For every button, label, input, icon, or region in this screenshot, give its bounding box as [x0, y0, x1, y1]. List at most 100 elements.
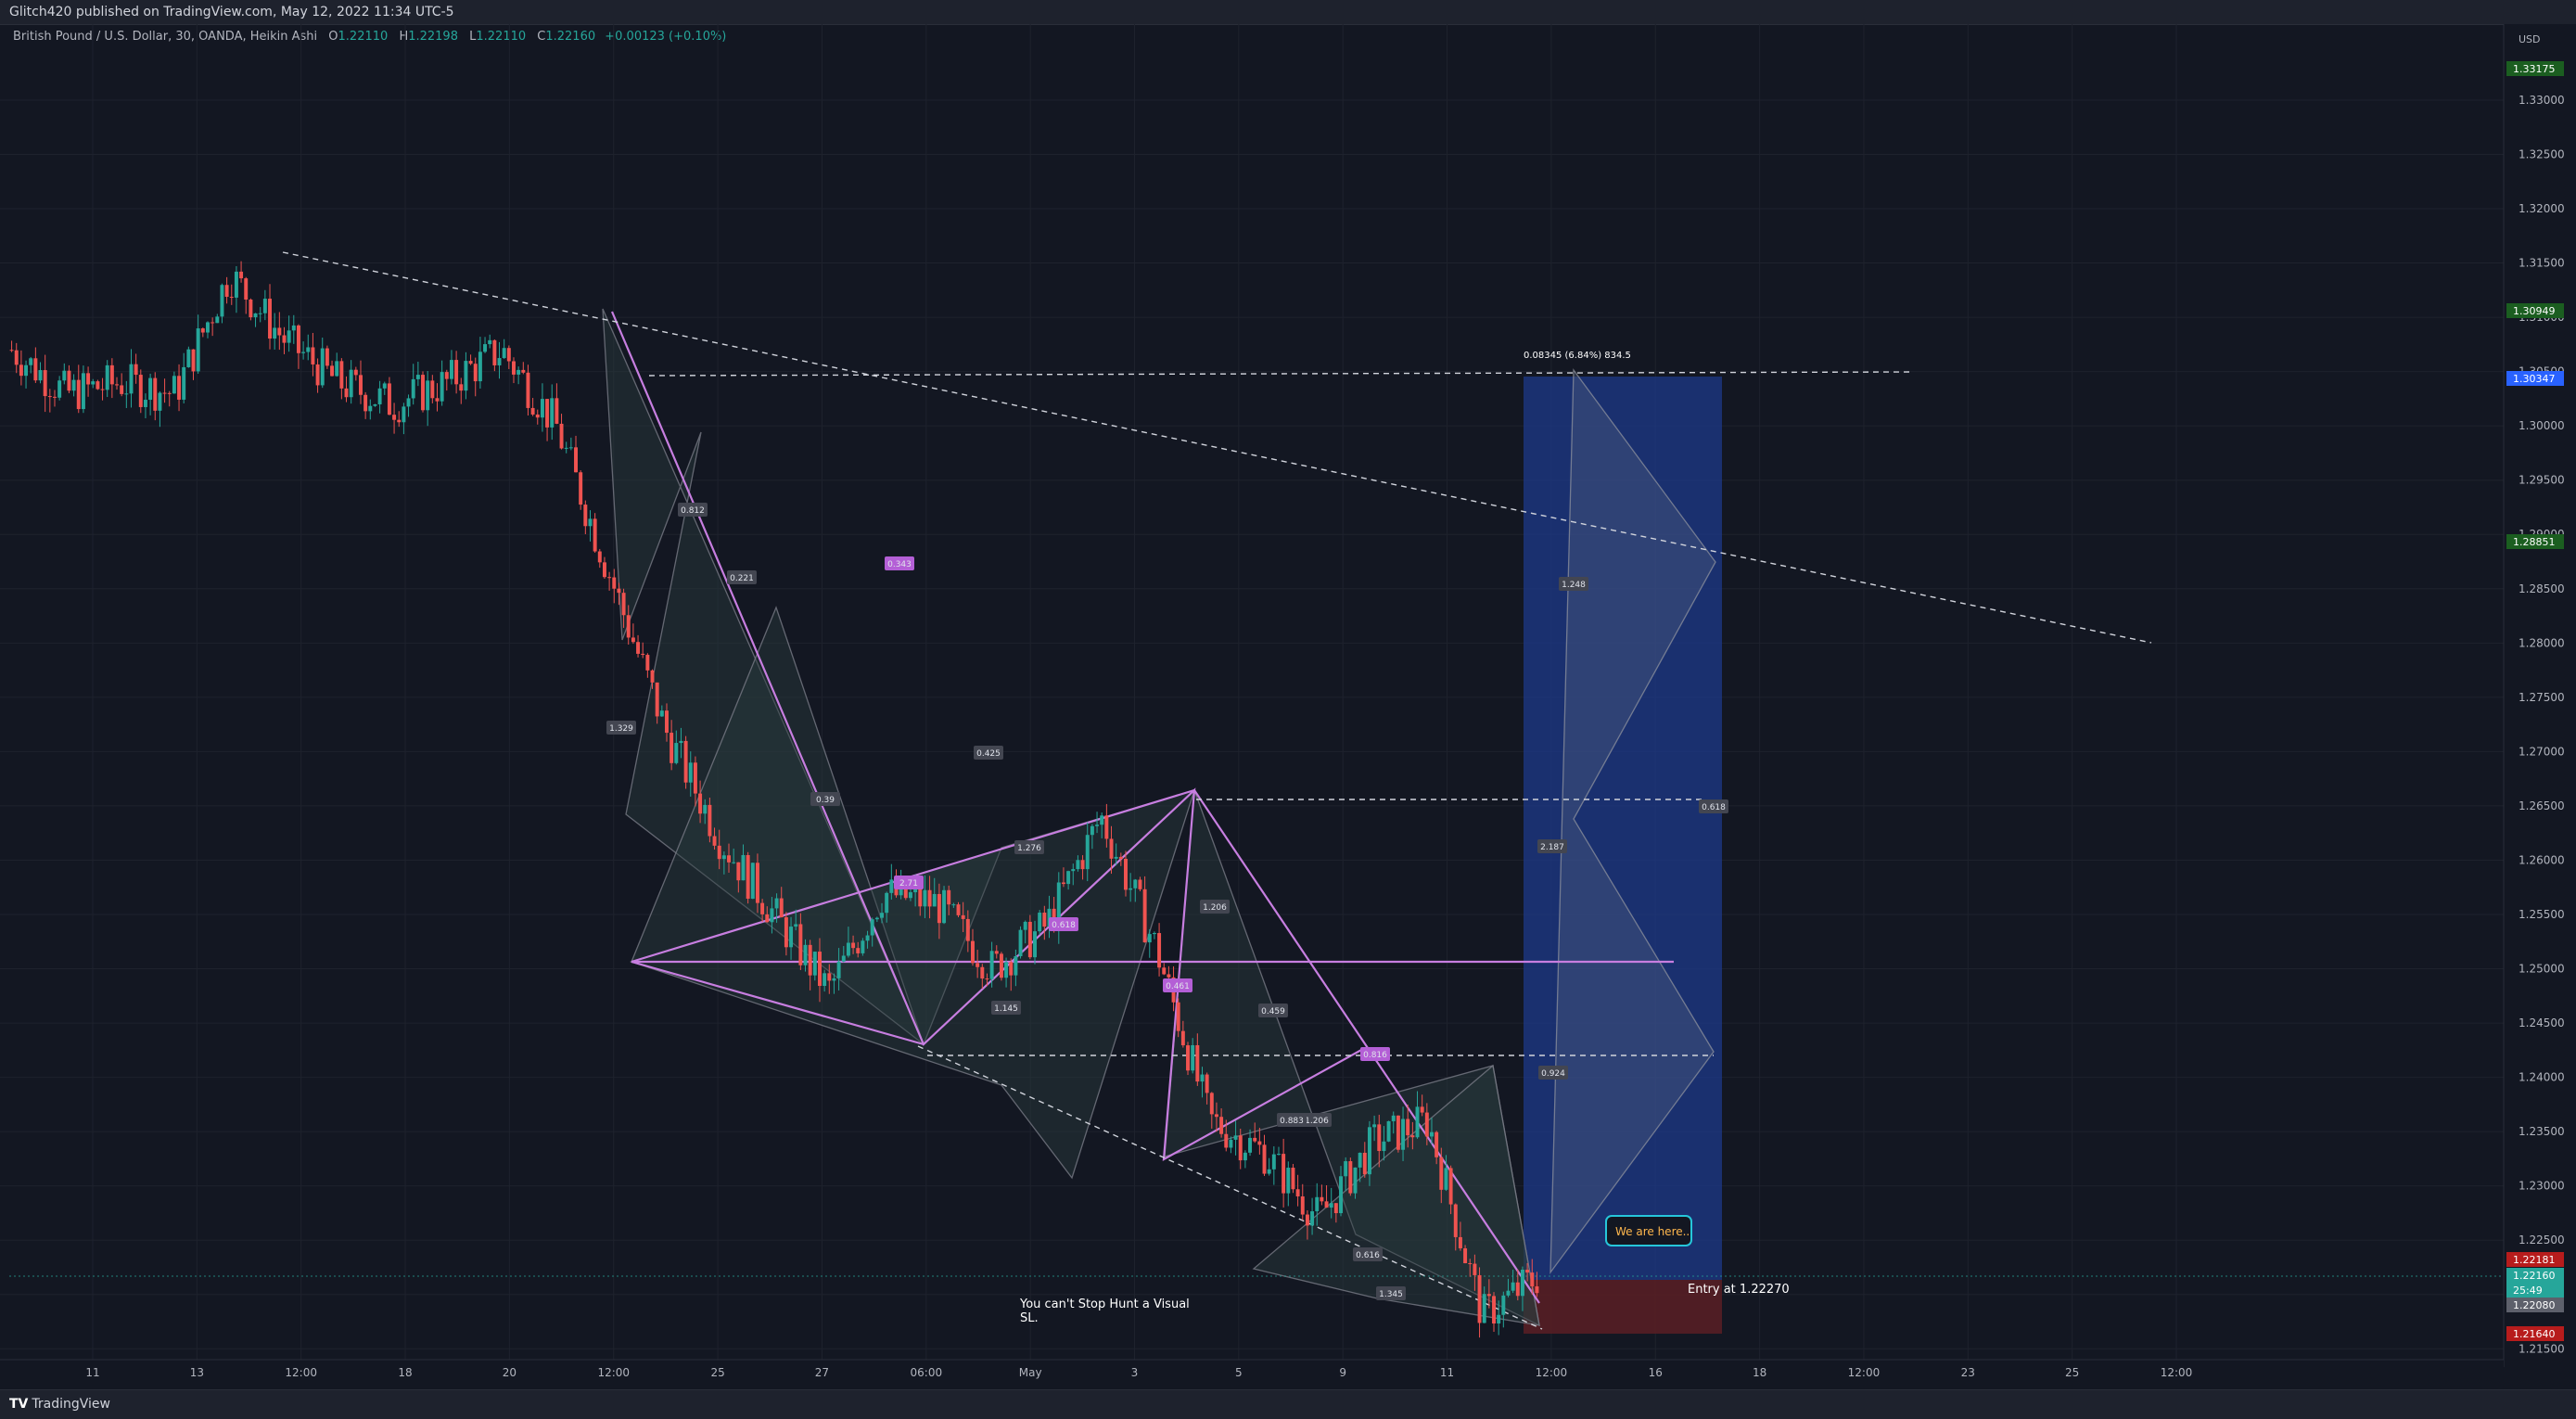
- candle-body: [818, 952, 822, 987]
- pattern-label: 1.345: [1379, 1290, 1403, 1299]
- candle-body: [760, 902, 765, 914]
- candle-body: [1435, 1131, 1439, 1157]
- candle-body: [1382, 1141, 1386, 1152]
- price-tick-label: 1.27000: [2519, 745, 2565, 758]
- price-tag-label: 1.21640: [2513, 1328, 2556, 1340]
- candle-body: [631, 637, 635, 643]
- candle-body: [363, 394, 368, 412]
- candle-body: [942, 889, 947, 924]
- candle-body: [273, 327, 277, 339]
- candle-body: [583, 505, 588, 527]
- candle-body: [980, 966, 985, 979]
- candle-body: [1104, 815, 1109, 839]
- candle-body: [1300, 1195, 1305, 1215]
- candle-body: [626, 615, 631, 638]
- candle-body: [468, 361, 473, 364]
- time-tick-label: 12:00: [1848, 1366, 1881, 1379]
- price-tick-label: 1.24500: [2519, 1016, 2565, 1029]
- candle-body: [521, 369, 526, 373]
- candle-body: [444, 372, 449, 379]
- candle-body: [994, 951, 999, 954]
- candle-body: [406, 398, 411, 407]
- candle-body: [76, 379, 81, 410]
- candle-body: [1286, 1168, 1291, 1194]
- candle-body: [803, 944, 808, 965]
- candle-body: [1353, 1167, 1358, 1194]
- candle-body: [459, 384, 464, 391]
- candle-body: [339, 361, 344, 389]
- candle-body: [961, 914, 965, 919]
- candle-body: [1372, 1124, 1377, 1128]
- candle-body: [1138, 879, 1142, 889]
- candle-body: [812, 952, 817, 976]
- candle-body: [229, 297, 234, 299]
- candle-body: [708, 804, 712, 837]
- candle-body: [359, 375, 363, 395]
- price-axis[interactable]: USD 1.330001.325001.320001.315001.310001…: [2503, 24, 2576, 1367]
- candle-body: [693, 762, 697, 794]
- price-tag-label: 1.22181: [2513, 1254, 2556, 1266]
- time-tick-label: 25: [710, 1366, 724, 1379]
- time-tick-label: 13: [190, 1366, 204, 1379]
- price-tick-label: 1.29500: [2519, 474, 2565, 487]
- candle-body: [421, 375, 425, 411]
- candle-body: [989, 951, 994, 979]
- candle-body: [105, 364, 109, 390]
- candle-body: [387, 383, 391, 415]
- candle-body: [1085, 835, 1090, 870]
- candle-body: [86, 373, 91, 385]
- candle-body: [1080, 860, 1085, 870]
- price-tick-label: 1.32500: [2519, 147, 2565, 160]
- candle-body: [683, 740, 688, 783]
- candle-body: [14, 350, 19, 365]
- candle-body: [1315, 1196, 1320, 1212]
- candle-body: [1477, 1274, 1482, 1323]
- candle-body: [856, 948, 861, 953]
- bottom-bar: [0, 1389, 2576, 1419]
- candle-body: [296, 325, 300, 353]
- candle-body: [698, 793, 703, 814]
- candle-body: [999, 953, 1003, 978]
- pattern-label: 0.459: [1261, 1007, 1285, 1016]
- candle-body: [1277, 1154, 1281, 1156]
- candle-body: [335, 361, 339, 377]
- pattern-label: 1.276: [1017, 844, 1041, 853]
- candle-body: [636, 642, 641, 654]
- harmonic-patterns[interactable]: [602, 308, 1540, 1327]
- candle-body: [1229, 1139, 1233, 1148]
- candle-body: [1362, 1152, 1367, 1175]
- price-tick-label: 1.23000: [2519, 1180, 2565, 1193]
- candle-body: [392, 415, 397, 420]
- candle-body: [1167, 974, 1171, 978]
- candle-body: [1205, 1074, 1209, 1093]
- candle-body: [57, 380, 62, 398]
- candle-body: [325, 348, 329, 366]
- time-axis[interactable]: 11 13 12:00 18 20 12:00 25 27 06:00 May 3 5 9 11 12:00…: [0, 1359, 2504, 1389]
- trend-lines[interactable]: [9, 251, 2504, 1330]
- candle-body: [727, 855, 731, 863]
- candle-body: [478, 352, 482, 382]
- candle-body: [9, 350, 14, 352]
- time-tick-label: May: [1019, 1366, 1042, 1379]
- candle-body: [1339, 1176, 1343, 1214]
- candle-body: [1448, 1168, 1453, 1205]
- candle-body: [1262, 1144, 1267, 1174]
- candle-body: [535, 414, 540, 418]
- candle-body: [794, 924, 798, 927]
- price-tick-label: 1.28500: [2519, 582, 2565, 595]
- candle-body: [426, 380, 430, 411]
- candle-body: [540, 399, 544, 418]
- candle-body: [71, 379, 76, 391]
- candle-body: [311, 347, 315, 364]
- price-chart[interactable]: 0.343 0.812 0.221 1.329 0.39 0.425 1.276 2.71 0.…: [0, 0, 2576, 1418]
- candle-body: [1295, 1189, 1300, 1196]
- candle-body: [861, 940, 865, 953]
- time-tick-label: 12:00: [285, 1366, 317, 1379]
- tradingview-logo[interactable]: TV TradingView: [9, 1397, 110, 1412]
- candle-body: [1038, 913, 1042, 932]
- target-level-line[interactable]: [648, 371, 1911, 377]
- price-tick-label: 1.26500: [2519, 799, 2565, 812]
- time-tick-label: 9: [1339, 1366, 1346, 1379]
- pattern-label: 0.616: [1356, 1251, 1380, 1260]
- candle-body: [1420, 1106, 1424, 1113]
